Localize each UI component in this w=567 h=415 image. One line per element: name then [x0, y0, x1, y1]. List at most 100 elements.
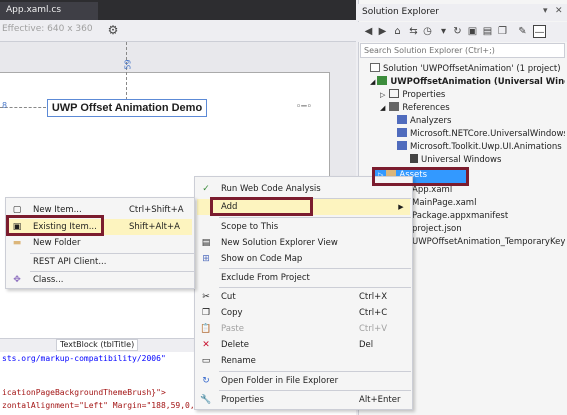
collapsed-arrow-icon: ▷	[380, 91, 386, 99]
menu-item-new-solution-explorer-view[interactable]: New Solution Explorer View	[221, 235, 338, 251]
menu-separator	[219, 371, 411, 372]
class-icon: ✥	[13, 275, 21, 285]
tree-item-properties[interactable]: ▷ Properties	[380, 89, 565, 102]
tree-item-project[interactable]: ◢ UWPOffsetAnimation (Universal Windows)	[370, 76, 565, 89]
menu-item-cut[interactable]: Cut	[221, 289, 236, 305]
highlight-box-existing-item	[6, 215, 104, 236]
tree-item-analyzers[interactable]: Analyzers	[397, 115, 565, 128]
tree-item-label: Solution 'UWPOffsetAnimation' (1 project…	[383, 64, 561, 74]
package-icon	[397, 141, 407, 150]
references-icon	[389, 102, 400, 111]
sync-icon[interactable]: ⇆	[407, 25, 420, 38]
properties-shortcut: Alt+Enter	[359, 395, 401, 405]
tree-item-mainpage-xaml[interactable]: MainPage.xaml	[412, 197, 565, 210]
gear-icon[interactable]: ⚙	[106, 23, 120, 37]
reference-icon	[410, 154, 418, 163]
menu-item-run-web-code-analysis[interactable]: Run Web Code Analysis	[221, 181, 321, 197]
title-textblock[interactable]: UWP Offset Animation Demo	[47, 99, 207, 117]
menu-item-exclude-from-project[interactable]: Exclude From Project	[221, 270, 310, 286]
solution-explorer-title: Solution Explorer	[362, 7, 439, 17]
wrench-icon	[389, 89, 400, 98]
refresh-icon[interactable]: ↻	[451, 25, 464, 38]
tree-item-label: Analyzers	[410, 116, 452, 126]
paste-shortcut: Ctrl+V	[359, 324, 388, 334]
code-map-icon: ⊞	[202, 254, 210, 264]
delete-shortcut: Del	[359, 340, 374, 350]
tree-item-label: References	[402, 103, 450, 113]
code-line: sts.org/markup-compatibility/2006"	[2, 354, 166, 363]
cut-icon: ✂	[202, 292, 210, 302]
tree-item-label: Package.appxmanifest	[412, 211, 509, 221]
code-analysis-icon: ✓	[202, 184, 210, 194]
submenu-arrow-icon: ▶	[398, 203, 404, 211]
tree-item-label: Microsoft.NETCore.UniversalWindowsPlatfo…	[410, 129, 565, 139]
tree-item-universal-windows[interactable]: Universal Windows	[410, 154, 565, 167]
new-folder-icon: ▬	[12, 238, 22, 248]
close-icon[interactable]: ✕	[555, 6, 563, 16]
menu-item-rename[interactable]: Rename	[221, 353, 256, 369]
collapse-all-icon[interactable]: ▣	[466, 25, 479, 38]
wrench-icon: 🔧	[200, 395, 212, 405]
pending-changes-icon[interactable]: ▾	[437, 25, 450, 38]
menu-item-delete[interactable]: Delete	[221, 337, 249, 353]
solution-icon	[370, 63, 380, 72]
history-icon[interactable]: ◷	[421, 25, 434, 38]
view-code-icon[interactable]: ❐	[496, 25, 509, 38]
menu-item-open-folder[interactable]: Open Folder in File Explorer	[221, 373, 338, 389]
properties-wrench-icon[interactable]: ✎	[516, 25, 529, 38]
delete-icon: ✕	[202, 340, 210, 350]
back-icon[interactable]: ◀	[362, 25, 375, 38]
new-item-shortcut: Ctrl+Shift+A	[129, 205, 184, 215]
tree-item-label: Properties	[402, 90, 446, 100]
expanded-arrow-icon: ◢	[370, 78, 376, 86]
preview-selected-icon[interactable]: —	[533, 25, 546, 38]
rename-icon: ▭	[201, 356, 211, 366]
tree-item-label: MainPage.xaml	[412, 198, 477, 208]
tab-app-xaml-cs[interactable]: App.xaml.cs	[0, 2, 98, 20]
tree-item-toolkit[interactable]: Microsoft.Toolkit.Uwp.UI.Animations	[397, 141, 565, 154]
effective-size-label: Effective: 640 x 360	[2, 24, 93, 34]
forward-icon[interactable]: ▶	[376, 25, 389, 38]
show-all-files-icon[interactable]: ▤	[481, 25, 494, 38]
menu-separator	[219, 268, 411, 269]
tree-item-references[interactable]: ◢ References	[380, 102, 565, 115]
code-line: zontalAlignment="Left" Margin="188,59,0,	[2, 401, 195, 410]
tree-item-label: UWPOffsetAnimation (Universal Windows)	[390, 77, 565, 87]
tree-item-netcore[interactable]: Microsoft.NETCore.UniversalWindowsPlatfo…	[397, 128, 565, 141]
margin-top-value: 59	[123, 59, 133, 70]
margin-guide-vertical	[126, 42, 127, 100]
paste-icon: 📋	[200, 324, 212, 334]
menu-item-class[interactable]: Class...	[33, 272, 63, 288]
tree-item-label: UWPOffsetAnimation_TemporaryKey.pfx	[412, 237, 565, 247]
resize-handle-icon[interactable]: ◦─◦	[296, 102, 312, 112]
tree-item-label: Microsoft.Toolkit.Uwp.UI.Animations	[410, 142, 562, 152]
open-folder-icon: ↻	[202, 376, 210, 386]
tree-item-project-json[interactable]: project.json	[412, 223, 565, 236]
menu-item-new-folder[interactable]: New Folder	[33, 235, 81, 251]
analyzer-icon	[397, 115, 407, 124]
tree-item-label: App.xaml	[412, 185, 453, 195]
menu-item-paste[interactable]: Paste	[221, 321, 244, 337]
highlight-box-add	[210, 197, 313, 216]
menu-item-show-on-code-map[interactable]: Show on Code Map	[221, 251, 302, 267]
menu-item-copy[interactable]: Copy	[221, 305, 243, 321]
menu-item-rest-api-client[interactable]: REST API Client...	[33, 254, 106, 270]
add-submenu: ▢ New Item... Ctrl+Shift+A ▣ Existing It…	[5, 197, 195, 289]
package-icon	[397, 128, 407, 137]
tree-item-package-manifest[interactable]: Package.appxmanifest	[412, 210, 565, 223]
cut-shortcut: Ctrl+X	[359, 292, 388, 302]
pin-icon[interactable]: ▾	[543, 6, 548, 16]
tree-item-temporary-key[interactable]: UWPOffsetAnimation_TemporaryKey.pfx	[412, 236, 565, 249]
element-breadcrumb[interactable]: TextBlock (tblTitle)	[56, 339, 139, 351]
search-input[interactable]: Search Solution Explorer (Ctrl+;)	[360, 43, 565, 58]
menu-item-properties[interactable]: Properties	[221, 392, 264, 408]
copy-shortcut: Ctrl+C	[359, 308, 388, 318]
tree-item-solution[interactable]: Solution 'UWPOffsetAnimation' (1 project…	[370, 63, 565, 76]
existing-item-shortcut: Shift+Alt+A	[129, 222, 180, 232]
project-icon	[377, 76, 388, 85]
menu-item-scope-to-this[interactable]: Scope to This	[221, 219, 278, 235]
expanded-arrow-icon: ◢	[380, 104, 386, 112]
home-icon[interactable]: ⌂	[391, 25, 404, 38]
menu-separator	[219, 390, 411, 391]
menu-separator	[219, 217, 411, 218]
